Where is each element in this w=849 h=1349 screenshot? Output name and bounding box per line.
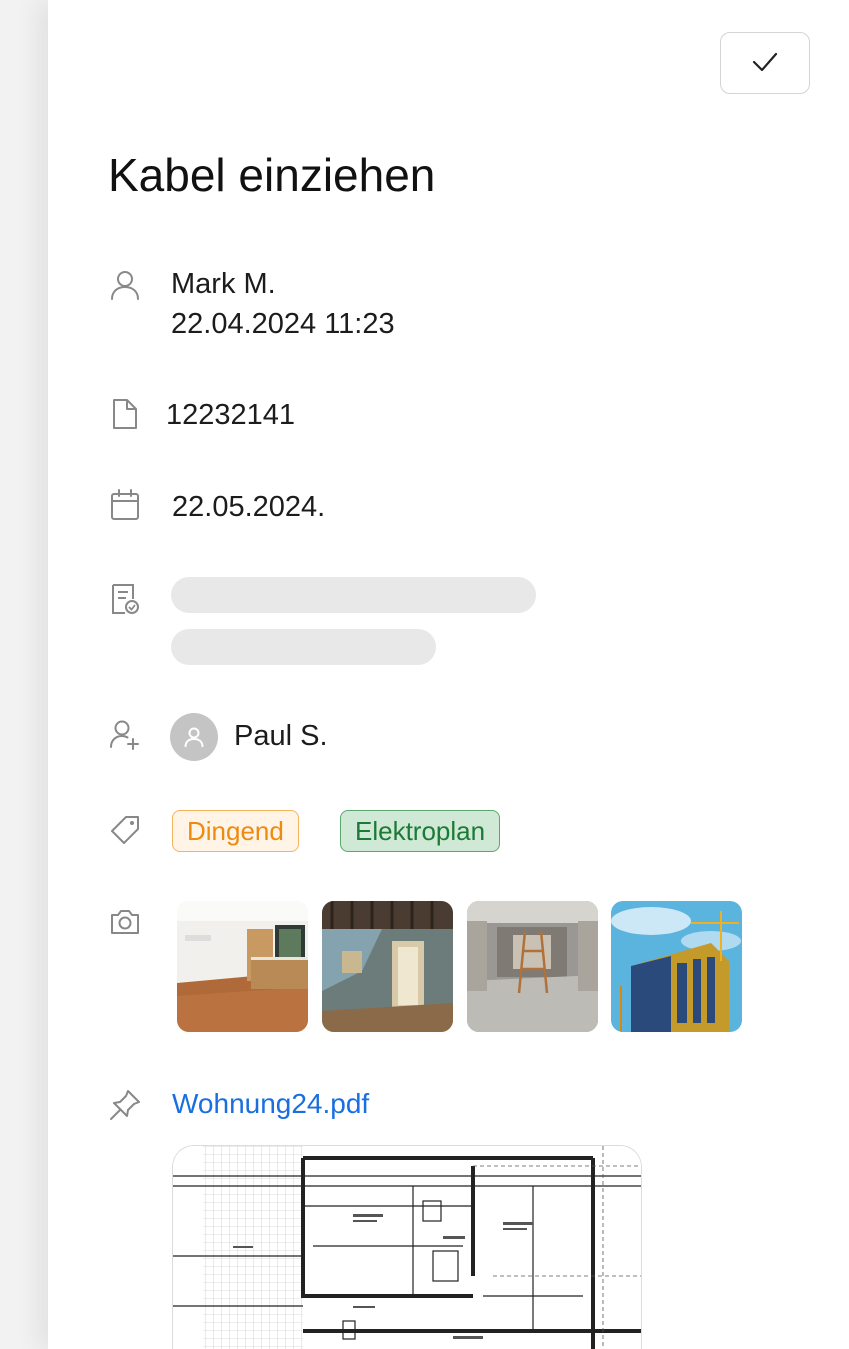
construction-room-photo (467, 901, 598, 1032)
creator-name: Mark M. (171, 268, 276, 300)
pdf-preview[interactable] (172, 1145, 642, 1349)
photo-thumbnail-1[interactable] (177, 901, 308, 1032)
task-title: Kabel einziehen (108, 149, 436, 201)
confirm-button[interactable] (720, 32, 810, 94)
building-facade-photo (611, 901, 742, 1032)
tag-elektroplan[interactable]: Elektroplan (340, 810, 501, 852)
photo-thumbnail-4[interactable] (611, 901, 742, 1032)
renovation-room-photo (322, 901, 453, 1032)
file-icon (108, 397, 142, 431)
checklist-skeleton-line-2 (171, 629, 436, 665)
user-icon (108, 268, 142, 302)
avatar-user-icon (184, 727, 204, 748)
created-datetime: 22.04.2024 11:23 (171, 308, 395, 340)
calendar-icon (108, 488, 142, 522)
photo-thumbnail-3[interactable] (467, 901, 598, 1032)
tag-icon (108, 813, 142, 847)
due-date: 22.05.2024. (172, 491, 326, 523)
pin-icon (108, 1088, 142, 1122)
photo-thumbnail-2[interactable] (322, 901, 453, 1032)
tag-dingend[interactable]: Dingend (172, 810, 299, 852)
checklist-icon (108, 582, 142, 616)
assignee-name: Paul S. (234, 720, 328, 752)
attachment-link[interactable]: Wohnung24.pdf (172, 1086, 369, 1122)
document-number: 12232141 (166, 399, 296, 431)
checklist-skeleton-line-1 (171, 577, 536, 613)
assign-user-icon (108, 718, 142, 752)
kitchen-photo (177, 901, 308, 1032)
assignee-avatar[interactable] (170, 713, 218, 761)
floor-plan-drawing (173, 1146, 641, 1349)
camera-icon (108, 905, 142, 939)
check-icon (750, 50, 780, 77)
